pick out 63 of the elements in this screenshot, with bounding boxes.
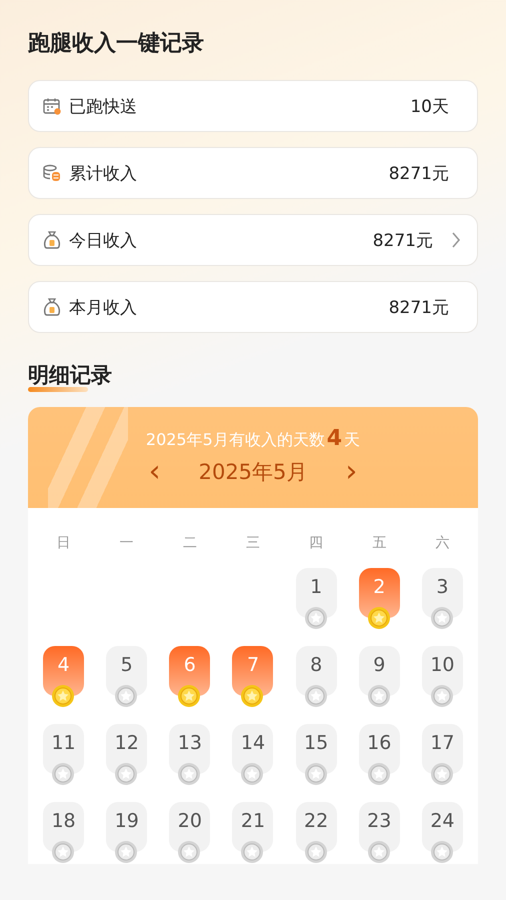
weekday-label: 三 bbox=[246, 534, 260, 552]
calendar-day[interactable]: 24 bbox=[422, 802, 463, 852]
coin-icon bbox=[304, 762, 328, 786]
calendar-day[interactable]: 14 bbox=[232, 724, 274, 774]
calendar-day[interactable]: 20 bbox=[169, 802, 210, 852]
stat-label: 累计收入 bbox=[69, 162, 138, 184]
weekday-label: 六 bbox=[435, 534, 450, 552]
calendar-day[interactable]: 3 bbox=[422, 568, 463, 618]
money-bag-icon bbox=[42, 297, 62, 317]
calendar-icon bbox=[42, 96, 62, 116]
calendar-day[interactable]: 12 bbox=[106, 724, 148, 774]
calendar-day[interactable]: 21 bbox=[232, 802, 274, 852]
calendar-day[interactable]: 16 bbox=[358, 724, 400, 774]
coin-icon bbox=[304, 606, 328, 630]
weekday-label: 一 bbox=[120, 534, 134, 552]
coin-icon bbox=[430, 762, 454, 786]
coin-icon bbox=[177, 762, 202, 786]
stat-label: 今日收入 bbox=[69, 230, 138, 252]
coin-icon bbox=[366, 606, 391, 630]
stat-value: 8271元 bbox=[388, 296, 449, 318]
calendar-day[interactable]: 13 bbox=[169, 724, 210, 774]
calendar-day[interactable]: 10 bbox=[422, 646, 463, 696]
weekday-label: 四 bbox=[309, 534, 324, 552]
stat-card[interactable]: 今日收入 8271元 bbox=[28, 214, 478, 266]
weekday-label: 五 bbox=[372, 534, 386, 552]
coin-icon bbox=[366, 684, 391, 708]
stat-value: 10天 bbox=[410, 96, 449, 118]
chevron-right-icon bbox=[451, 231, 461, 249]
calendar-day[interactable]: 9 bbox=[358, 646, 400, 696]
stat-value: 8271元 bbox=[388, 162, 449, 184]
coin-icon bbox=[430, 606, 454, 630]
calendar-day[interactable]: 5 bbox=[106, 646, 148, 696]
calendar-day[interactable]: 1 bbox=[296, 568, 337, 618]
calendar-day[interactable]: 11 bbox=[43, 724, 84, 774]
calendar-day[interactable]: 17 bbox=[422, 724, 463, 774]
page-title: 跑腿收入一键记录 bbox=[28, 30, 205, 58]
coin-icon bbox=[51, 684, 76, 708]
coin-icon bbox=[240, 762, 264, 786]
stat-label: 本月收入 bbox=[69, 296, 138, 318]
money-bag-icon bbox=[42, 230, 62, 250]
weekday-label: 日 bbox=[56, 534, 71, 552]
stat-value: 8271元 bbox=[372, 230, 433, 252]
calendar-day[interactable]: 8 bbox=[296, 646, 337, 696]
income-days-summary: 2025年5月有收入的天数4 天 bbox=[146, 427, 360, 452]
coin-icon bbox=[304, 684, 328, 708]
stat-label: 已跑快送 bbox=[69, 96, 138, 118]
section-title: 明细记录 bbox=[28, 363, 112, 387]
calendar-day[interactable]: 22 bbox=[296, 802, 337, 852]
title-underline bbox=[28, 387, 88, 392]
month-label: 2025年5月 bbox=[198, 459, 308, 486]
calendar-day[interactable]: 15 bbox=[296, 724, 337, 774]
calendar-day[interactable]: 19 bbox=[106, 802, 148, 852]
calendar-day[interactable]: 23 bbox=[358, 802, 400, 852]
coin-icon bbox=[240, 684, 264, 708]
coins-icon bbox=[42, 163, 62, 183]
coin-icon bbox=[114, 762, 138, 786]
coin-icon bbox=[114, 684, 138, 708]
coin-icon bbox=[366, 762, 391, 786]
weekday-label: 二 bbox=[182, 534, 197, 552]
coin-icon bbox=[430, 684, 454, 708]
coin-icon bbox=[177, 684, 202, 708]
coin-icon bbox=[51, 762, 76, 786]
calendar-day[interactable]: 18 bbox=[43, 802, 84, 852]
